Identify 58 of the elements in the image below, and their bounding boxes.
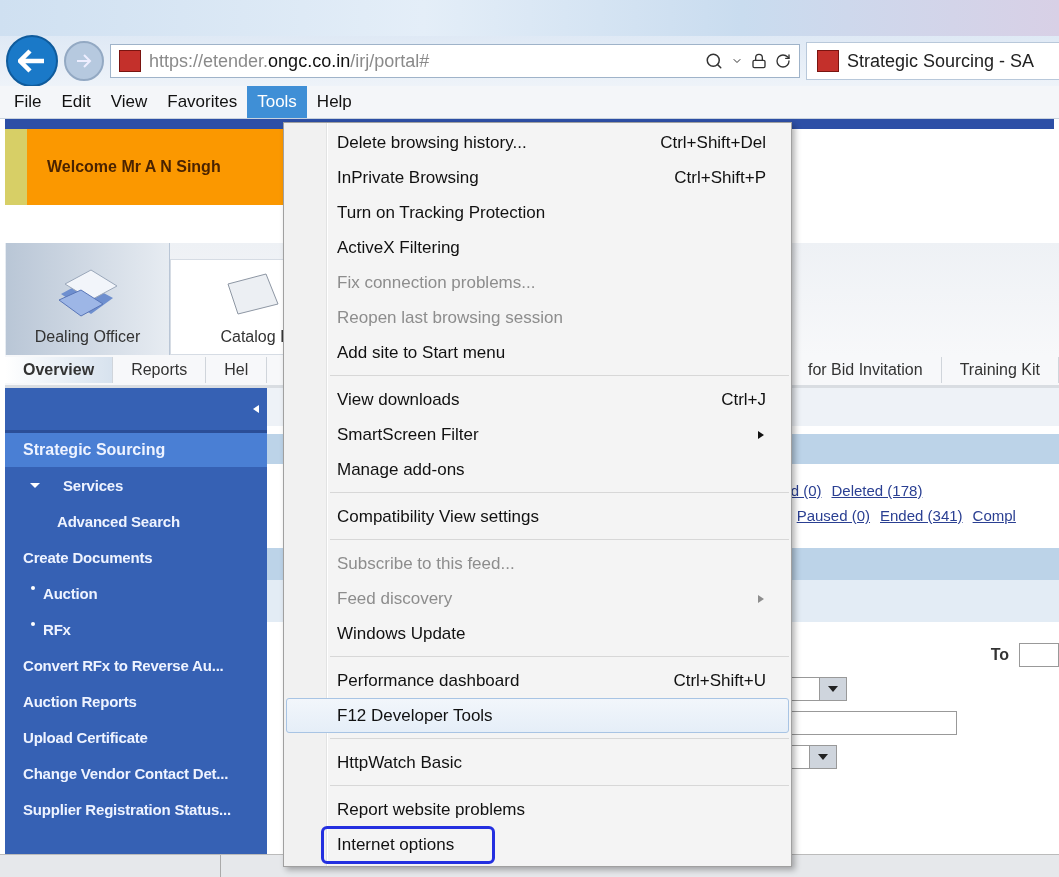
role-label: Catalog I [220, 328, 285, 346]
date-field[interactable] [1019, 643, 1059, 667]
menu-item[interactable]: Performance dashboard Ctrl+Shift+U [286, 663, 789, 698]
sidebar-item[interactable]: Convert RFx to Reverse Au... [23, 656, 224, 674]
refresh-icon[interactable] [775, 53, 791, 69]
tab-title: Strategic Sourcing - SA [847, 50, 1035, 72]
site-icon [119, 50, 141, 72]
sidebar-item[interactable]: Auction [43, 584, 98, 602]
menu-item[interactable]: Report website problems [286, 792, 789, 827]
sub-tab[interactable]: Hel [206, 357, 268, 383]
role-label: Dealing Officer [34, 328, 141, 346]
menu-item[interactable]: F12 Developer Tools [286, 698, 789, 733]
sidebar-item[interactable]: Auction Reports [23, 692, 137, 710]
caret-icon [826, 685, 839, 693]
sub-tab[interactable]: Training Kit [941, 357, 1059, 383]
lock-icon[interactable] [751, 53, 767, 69]
site-icon [817, 50, 839, 72]
menu-item[interactable]: View downloads Ctrl+J [286, 382, 789, 417]
browser-tab[interactable]: Strategic Sourcing - SA [806, 42, 1059, 80]
arrow-icon [75, 53, 93, 69]
sidebar-item[interactable]: RFx [43, 620, 71, 638]
expand-icon[interactable] [29, 480, 41, 490]
menu-item[interactable]: View [100, 86, 158, 118]
menu-item[interactable]: File [4, 86, 52, 118]
search-icon[interactable] [705, 52, 723, 70]
menu-item[interactable]: Compatibility View settings [286, 499, 789, 534]
menu-item[interactable]: Windows Update [286, 616, 789, 651]
menu-item[interactable]: Edit [51, 86, 101, 118]
url-text: https://etender.ongc.co.in/irj/portal# [149, 50, 431, 72]
status-link[interactable]: Compl [972, 507, 1016, 524]
bullet-icon [31, 622, 35, 626]
sidebar-item[interactable]: Change Vendor Contact Det... [23, 764, 229, 782]
sidebar-item[interactable]: Upload Certificate [23, 728, 148, 746]
role-tab[interactable]: Dealing Officer [5, 243, 170, 355]
back-button[interactable] [6, 35, 58, 87]
dropdown-button[interactable] [808, 746, 836, 768]
menu-item[interactable]: Help [306, 86, 362, 118]
sidebar-item[interactable]: Supplier Registration Status... [23, 800, 231, 818]
sub-tab[interactable]: Overview [5, 357, 114, 383]
status-link[interactable]: Deleted (178) [831, 482, 923, 499]
menu-item[interactable]: Favorites [157, 86, 248, 118]
caret-icon [816, 753, 829, 761]
arrow-icon [18, 49, 46, 73]
sidebar-item[interactable]: Services [63, 476, 124, 494]
menu-item[interactable]: Internet options [286, 827, 789, 862]
status-link[interactable]: Ended (341) [880, 507, 963, 524]
sidebar-item[interactable]: Advanced Search [57, 512, 180, 530]
menu-item[interactable]: HttpWatch Basic [286, 745, 789, 780]
bullet-icon [31, 586, 35, 590]
address-bar[interactable]: https://etender.ongc.co.in/irj/portal# [110, 44, 800, 78]
menu-item[interactable]: SmartScreen Filter [286, 417, 789, 452]
sidebar-item[interactable]: Create Documents [23, 548, 153, 566]
menu-item[interactable]: Manage add-ons [286, 452, 789, 487]
dropdown-button[interactable] [818, 678, 846, 700]
sidebar-title[interactable]: Strategic Sourcing [5, 433, 267, 467]
to-label: To [990, 646, 1009, 664]
sub-tab[interactable]: Reports [113, 357, 207, 383]
status-link[interactable]: Paused (0) [796, 507, 870, 524]
